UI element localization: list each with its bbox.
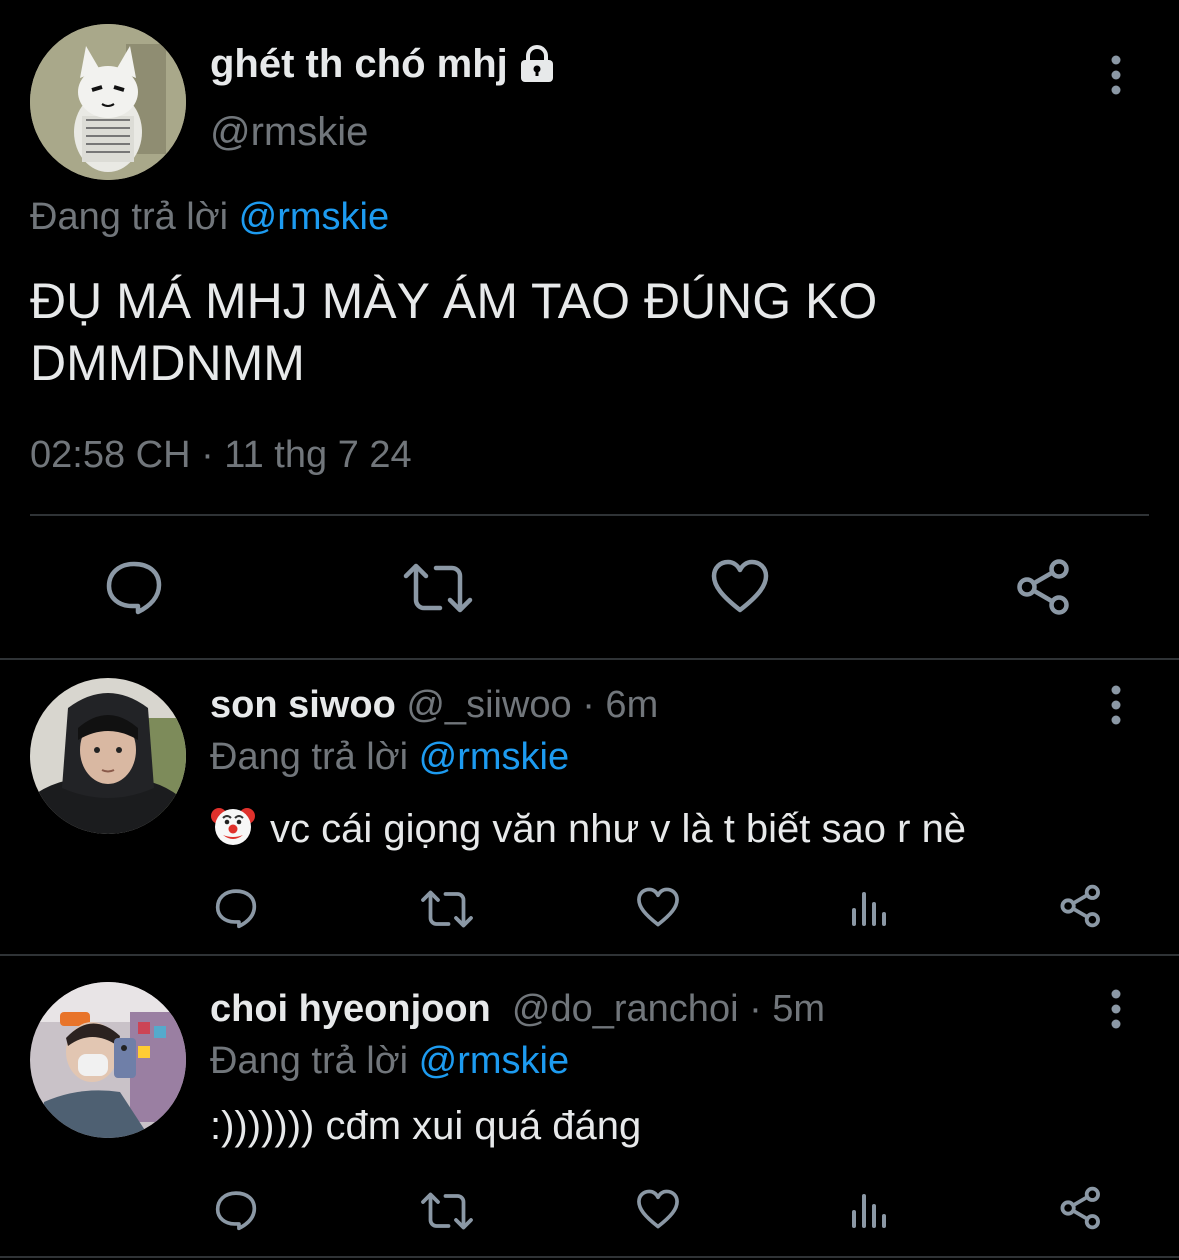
share-icon[interactable] bbox=[1058, 884, 1104, 928]
clown-face-icon bbox=[210, 802, 256, 858]
retweet-icon[interactable] bbox=[402, 560, 474, 616]
tweet-text-line-2: DMMDNMM bbox=[30, 335, 305, 391]
share-icon[interactable] bbox=[1058, 1186, 1104, 1230]
reply-text: :))))))) cđm xui quá đáng bbox=[210, 1104, 642, 1148]
more-options-icon[interactable] bbox=[1104, 988, 1128, 1032]
retweet-icon[interactable] bbox=[420, 1190, 474, 1232]
analytics-icon[interactable] bbox=[850, 888, 890, 928]
like-icon[interactable] bbox=[636, 1188, 680, 1230]
replying-to-label: Đang trả lời bbox=[30, 196, 239, 238]
reply-author-name[interactable]: choi hyeonjoon bbox=[210, 988, 491, 1030]
reply-avatar[interactable] bbox=[30, 678, 186, 834]
replying-to: Đang trả lời @rmskie bbox=[210, 1040, 569, 1083]
share-icon[interactable] bbox=[1014, 558, 1074, 616]
author-name-text[interactable]: ghét th chó mhj bbox=[210, 42, 508, 87]
tweet-text: ĐỤ MÁ MHJ MÀY ÁM TAO ĐÚNG KO DMMDNMM bbox=[30, 270, 1130, 394]
divider bbox=[0, 658, 1179, 660]
divider bbox=[0, 954, 1179, 956]
reply-icon[interactable] bbox=[104, 558, 164, 616]
author-handle[interactable]: @rmskie bbox=[210, 110, 368, 155]
main-tweet: ghét th chó mhj @rmskie Đang trả lời @rm… bbox=[0, 0, 1179, 660]
reply-header: choi hyeonjoon @do_ranchoi · 5m bbox=[210, 988, 825, 1031]
lock-icon bbox=[516, 44, 558, 86]
reply-text-content: vc cái giọng văn như v là t biết sao r n… bbox=[270, 807, 967, 851]
tweet-text-line-1: ĐỤ MÁ MHJ MÀY ÁM TAO ĐÚNG KO bbox=[30, 273, 878, 329]
replying-to-mention[interactable]: @rmskie bbox=[419, 1040, 569, 1082]
tweet-timestamp[interactable]: 02:58 CH · 11 thg 7 24 bbox=[30, 434, 412, 477]
replying-to-mention[interactable]: @rmskie bbox=[239, 196, 389, 238]
more-options-icon[interactable] bbox=[1104, 54, 1128, 98]
reply-icon[interactable] bbox=[214, 1188, 258, 1232]
replying-to-mention[interactable]: @rmskie bbox=[419, 736, 569, 778]
more-options-icon[interactable] bbox=[1104, 684, 1128, 728]
divider bbox=[30, 514, 1149, 516]
reply-icon[interactable] bbox=[214, 886, 258, 930]
author-avatar[interactable] bbox=[30, 24, 186, 180]
replying-to-label: Đang trả lời bbox=[210, 1040, 419, 1082]
like-icon[interactable] bbox=[636, 886, 680, 928]
reply-handle-time[interactable]: @do_ranchoi · 5m bbox=[512, 988, 825, 1030]
reply-handle-time[interactable]: @_siiwoo · 6m bbox=[406, 684, 658, 726]
replying-to: Đang trả lời @rmskie bbox=[30, 196, 389, 239]
author-name[interactable]: ghét th chó mhj bbox=[210, 42, 558, 87]
like-icon[interactable] bbox=[710, 558, 770, 614]
divider bbox=[0, 1256, 1179, 1258]
analytics-icon[interactable] bbox=[850, 1190, 890, 1230]
replying-to: Đang trả lời @rmskie bbox=[210, 736, 569, 779]
replying-to-label: Đang trả lời bbox=[210, 736, 419, 778]
retweet-icon[interactable] bbox=[420, 888, 474, 930]
reply-author-name[interactable]: son siwoo bbox=[210, 684, 396, 726]
reply-text: vc cái giọng văn như v là t biết sao r n… bbox=[210, 802, 966, 858]
reply-header: son siwoo @_siiwoo · 6m bbox=[210, 684, 658, 727]
reply-avatar[interactable] bbox=[30, 982, 186, 1138]
